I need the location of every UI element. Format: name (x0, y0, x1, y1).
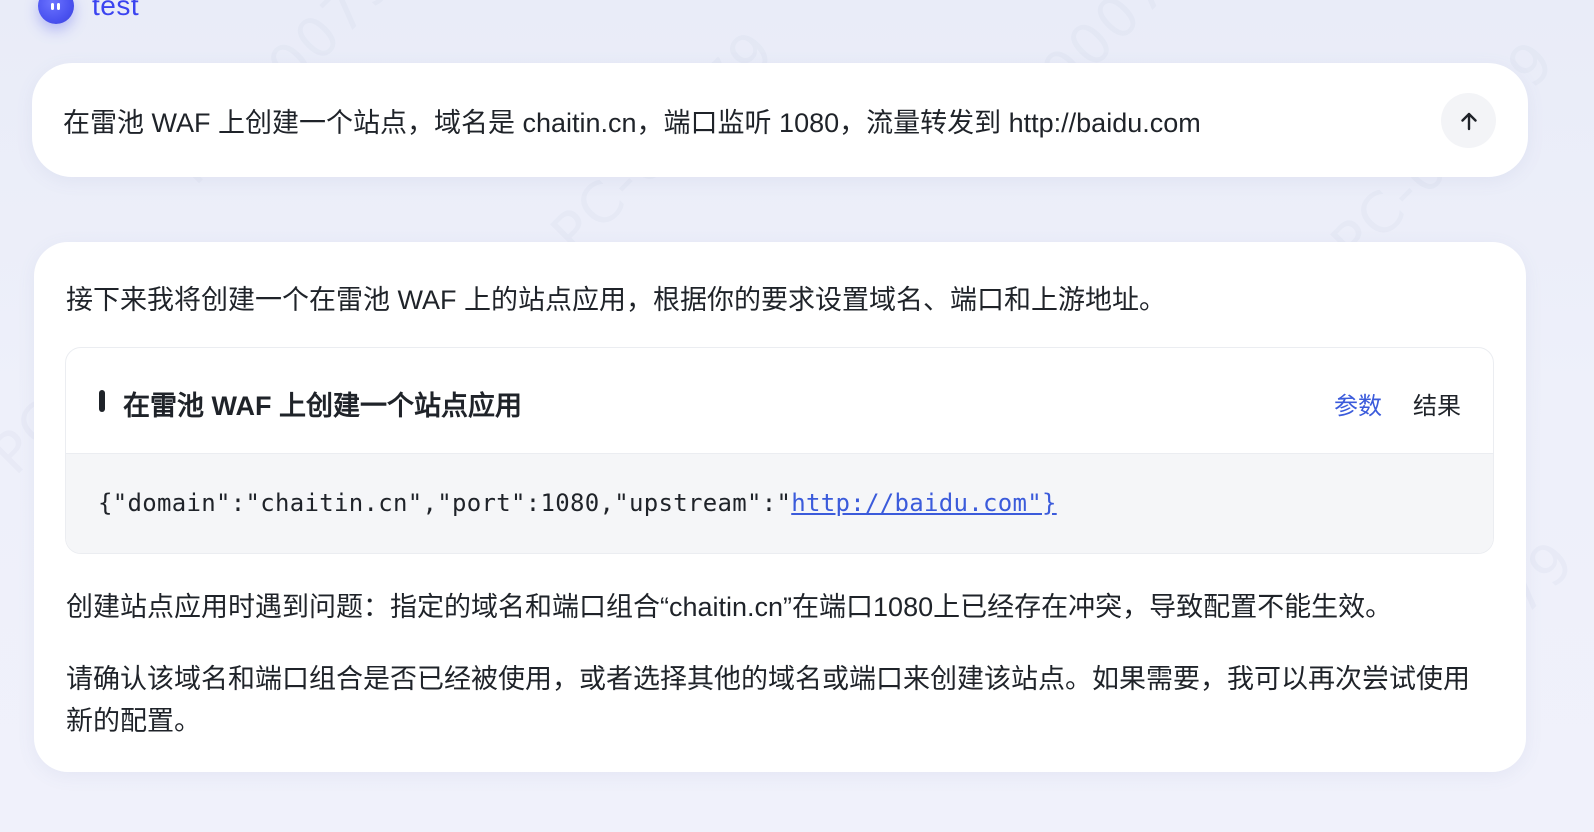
error-message: 创建站点应用时遇到问题：指定的域名和端口组合“chaitin.cn”在端口108… (66, 592, 1393, 622)
tool-call-header: 在雷池 WAF 上创建一个站点应用 参数 结果 (66, 348, 1493, 454)
send-button[interactable] (1441, 93, 1496, 148)
header-title: test (92, 0, 140, 21)
prompt-bar[interactable]: 在雷池 WAF 上创建一个站点，域名是 chaitin.cn，端口监听 1080… (32, 63, 1528, 177)
params-json-text: {"domain":"chaitin.cn","port":1080,"upst… (98, 489, 792, 517)
suggestion-message: 请确认该域名和端口组合是否已经被使用，或者选择其他的域名或端口来创建该站点。如果… (66, 664, 1470, 736)
tool-params-body: {"domain":"chaitin.cn","port":1080,"upst… (66, 454, 1493, 553)
assistant-response-card: 接下来我将创建一个在雷池 WAF 上的站点应用，根据你的要求设置域名、端口和上游… (34, 242, 1526, 772)
chat-header: test (38, 0, 139, 24)
prompt-text[interactable]: 在雷池 WAF 上创建一个站点，域名是 chaitin.cn，端口监听 1080… (63, 101, 1201, 140)
tool-call-title: 在雷池 WAF 上创建一个站点应用 (123, 391, 522, 421)
upstream-link[interactable]: http://baidu.com"} (791, 489, 1057, 517)
arrow-up-icon (1460, 112, 1477, 130)
tool-marker-bar (99, 390, 105, 412)
response-intro: 接下来我将创建一个在雷池 WAF 上的站点应用，根据你的要求设置域名、端口和上游… (66, 285, 1166, 315)
tab-params[interactable]: 参数 (1334, 386, 1382, 421)
params-json: {"domain":"chaitin.cn","port":1080,"upst… (98, 489, 1057, 517)
tab-result[interactable]: 结果 (1413, 386, 1461, 421)
tool-call-card: 在雷池 WAF 上创建一个站点应用 参数 结果 {"domain":"chait… (65, 347, 1494, 554)
robot-avatar-icon (38, 0, 74, 24)
